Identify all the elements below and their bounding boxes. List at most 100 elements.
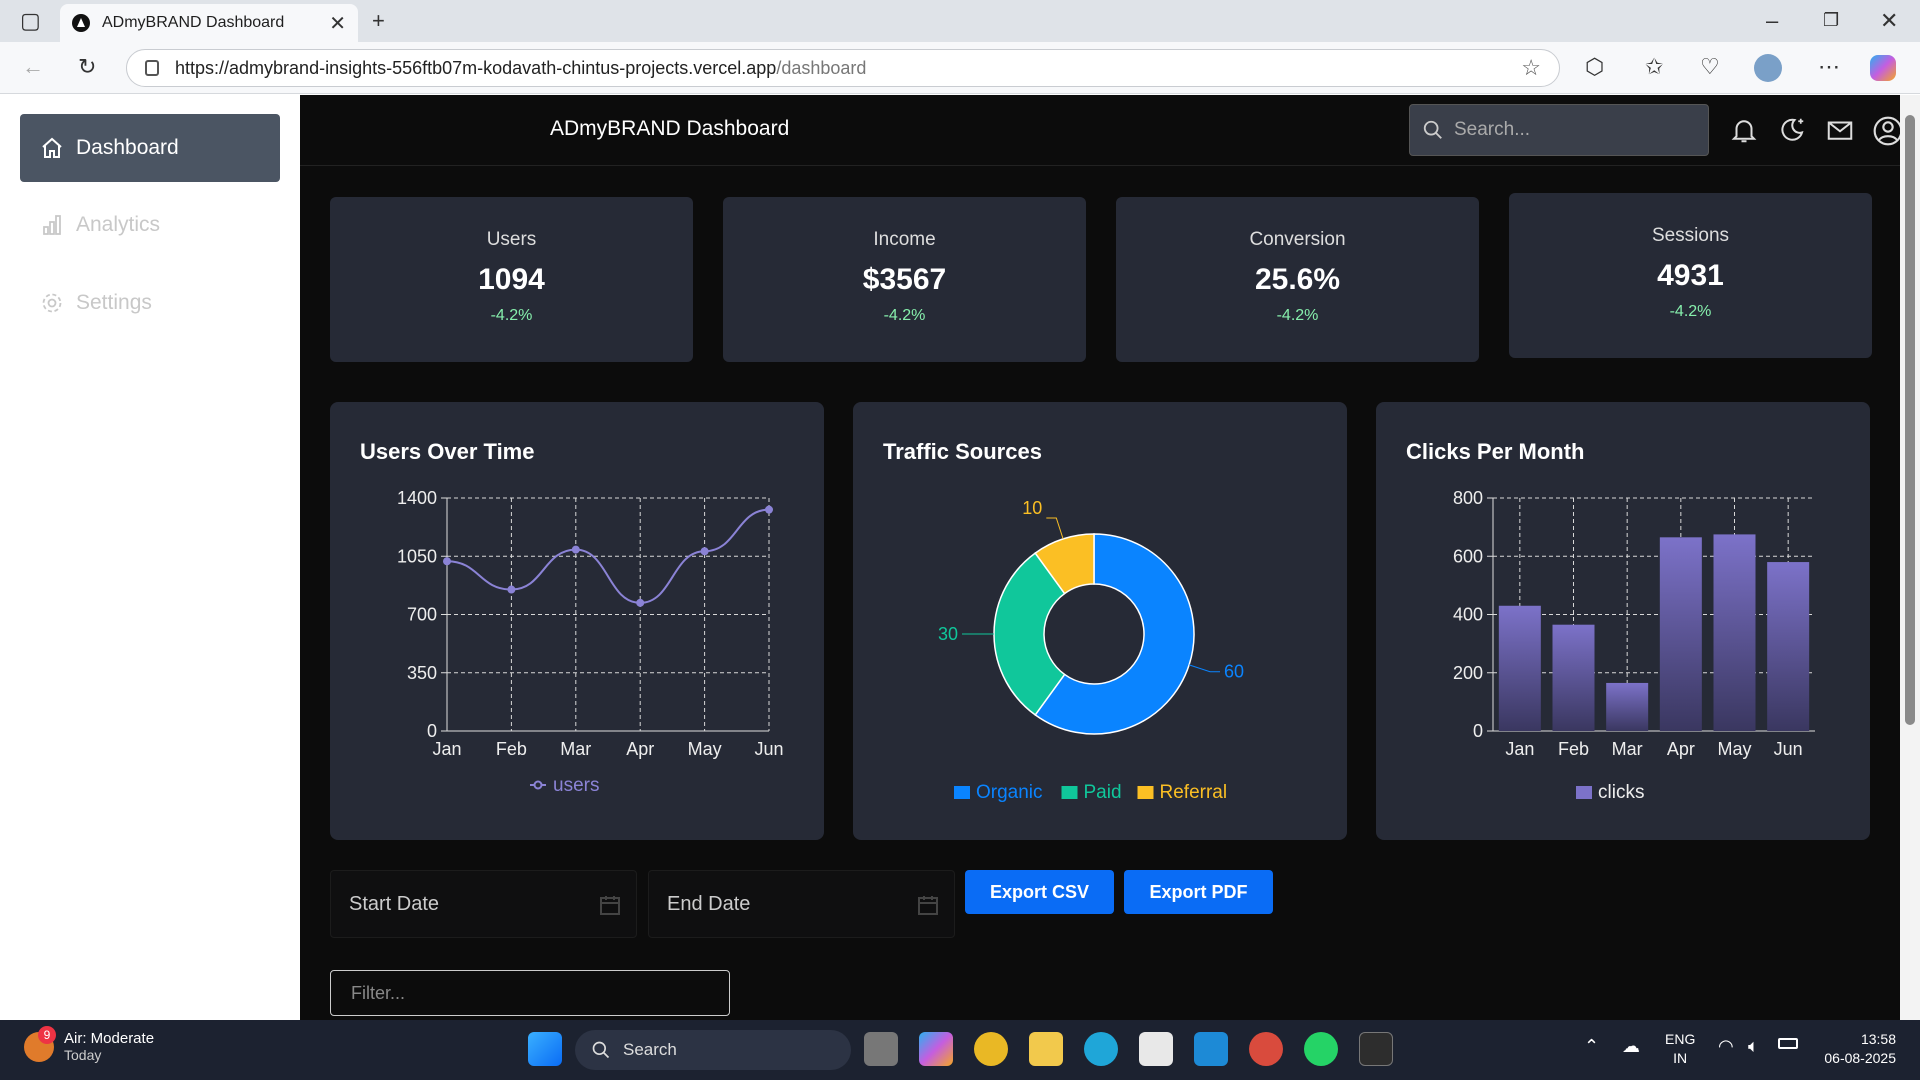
clicks-per-month-card: Clicks Per Month 0 200 400 600 800 Jan Feb Mar A…	[1376, 402, 1870, 840]
stat-card-income: Income $3567 -4.2%	[723, 197, 1086, 362]
bar-mar	[1606, 682, 1649, 731]
y-tick-label: 0	[1473, 721, 1483, 741]
main-content: ADmyBRAND Dashboard Users 1094 -4.2% Inc…	[300, 95, 1903, 1020]
x-tick-label: Mar	[560, 739, 591, 759]
slice-value-label: 60	[1224, 662, 1244, 682]
tray-chevron-icon[interactable]: ⌃	[1584, 1036, 1599, 1057]
stat-value: 1094	[478, 263, 545, 296]
home-icon	[42, 137, 62, 158]
page-scrollbar[interactable]	[1900, 95, 1920, 1020]
stat-label: Users	[486, 229, 537, 250]
weather-subtitle: Today	[64, 1047, 102, 1063]
chrome-profile-icon[interactable]	[1249, 1032, 1283, 1066]
sidebar-item-settings[interactable]: Settings	[20, 269, 280, 337]
stat-change: -4.2%	[490, 307, 533, 324]
mail-icon[interactable]	[1825, 115, 1855, 145]
browser-tab[interactable]: ADmyBRAND Dashboard ✕	[60, 4, 358, 42]
filter-input[interactable]	[330, 970, 730, 1016]
export-pdf-button[interactable]: Export PDF	[1124, 870, 1273, 914]
legend-label: Paid	[1084, 782, 1122, 803]
search-input[interactable]	[1454, 119, 1694, 141]
weather-widget[interactable]: 9 Air: Moderate Today	[24, 1025, 155, 1063]
whatsapp-icon[interactable]	[1304, 1032, 1338, 1066]
slice-value-label: 30	[938, 624, 958, 644]
legend-label: users	[553, 775, 599, 796]
legend-label: Referral	[1160, 782, 1228, 803]
reload-icon[interactable]: ↻	[78, 54, 96, 80]
calendar-icon[interactable]	[916, 893, 940, 917]
legend-swatch	[1576, 786, 1592, 799]
taskbar-search-label: Search	[623, 1040, 677, 1059]
y-tick-label: 1050	[397, 546, 437, 566]
scrollbar-thumb[interactable]	[1905, 115, 1915, 725]
calendar-icon[interactable]	[598, 893, 622, 917]
legend-swatch	[1061, 786, 1078, 799]
terminal-icon[interactable]	[1359, 1032, 1393, 1066]
new-tab-icon[interactable]: +	[372, 8, 385, 34]
maximize-icon[interactable]: ❐	[1823, 10, 1839, 31]
stat-change: -4.2%	[1276, 307, 1319, 324]
url-field[interactable]: https://admybrand-insights-556ftb07m-kod…	[126, 49, 1560, 87]
bar-apr	[1659, 537, 1702, 731]
onedrive-icon[interactable]: ☁	[1622, 1036, 1640, 1057]
wifi-icon[interactable]: ◠	[1718, 1036, 1734, 1057]
sidebar-item-dashboard[interactable]: Dashboard	[20, 114, 280, 182]
copilot-app-icon[interactable]	[919, 1032, 953, 1066]
minimize-icon[interactable]: –	[1766, 8, 1778, 34]
url-host: https://admybrand-insights-556ftb07m-kod…	[175, 57, 777, 78]
y-tick-label: 350	[407, 663, 437, 683]
chrome-icon[interactable]	[974, 1032, 1008, 1066]
taskbar-search[interactable]: Search	[575, 1030, 851, 1070]
x-tick-label: Apr	[626, 739, 654, 759]
favorites-icon[interactable]: ✩	[1645, 54, 1663, 80]
profile-avatar[interactable]	[1754, 54, 1782, 82]
y-tick-label: 0	[427, 721, 437, 741]
sidebar-item-label: Dashboard	[76, 136, 179, 159]
store-icon[interactable]	[1139, 1032, 1173, 1066]
clock-date: 06-08-2025	[1824, 1050, 1896, 1066]
weather-title: Air: Moderate	[64, 1030, 155, 1047]
stat-label: Sessions	[1651, 225, 1730, 246]
favorite-star-icon[interactable]: ☆	[1521, 55, 1541, 81]
back-icon[interactable]: ←	[22, 54, 44, 80]
search-box[interactable]	[1409, 104, 1709, 156]
volume-icon[interactable]: 🔈︎	[1748, 1036, 1759, 1057]
sidebar-item-analytics[interactable]: Analytics	[20, 191, 280, 259]
start-menu-icon[interactable]	[528, 1032, 562, 1066]
x-tick-label: Mar	[1612, 739, 1643, 759]
theme-toggle-icon[interactable]	[1777, 115, 1807, 145]
edge-icon[interactable]	[1084, 1032, 1118, 1066]
traffic-donut-chart: 60 30 10 Organic Paid Referral	[938, 498, 1244, 803]
browser-essentials-icon[interactable]: ♡	[1700, 54, 1720, 80]
lang-bottom: IN	[1673, 1050, 1688, 1066]
vscode-icon[interactable]	[1194, 1032, 1228, 1066]
clock[interactable]: 13:58 06-08-2025	[1808, 1030, 1896, 1068]
legend-swatch	[1137, 786, 1154, 799]
more-menu-icon[interactable]: ⋯	[1818, 54, 1840, 80]
file-explorer-icon[interactable]	[1029, 1032, 1063, 1066]
language-indicator[interactable]: ENG IN	[1665, 1030, 1695, 1068]
bar-chart-icon	[43, 215, 61, 235]
tab-actions-icon[interactable]: ▢	[20, 8, 41, 34]
bell-icon[interactable]	[1729, 115, 1759, 145]
weather-badge: 9	[38, 1025, 56, 1044]
start-date-field[interactable]: Start Date	[330, 870, 637, 938]
legend-swatch	[954, 786, 970, 799]
extensions-icon[interactable]: ⬡	[1585, 54, 1604, 80]
traffic-sources-card: Traffic Sources 60 30 10 Organic Paid Referra…	[853, 402, 1347, 840]
end-date-field[interactable]: End Date	[648, 870, 955, 938]
copilot-icon[interactable]	[1870, 55, 1896, 81]
y-tick-label: 800	[1453, 488, 1483, 508]
battery-icon[interactable]	[1778, 1038, 1798, 1049]
tab-close-icon[interactable]: ✕	[329, 11, 346, 36]
gear-icon	[42, 293, 62, 313]
window-close-icon[interactable]: ✕	[1880, 8, 1898, 34]
task-view-icon[interactable]	[864, 1032, 898, 1066]
x-tick-label: Jun	[1774, 739, 1803, 759]
end-date-label: End Date	[667, 892, 751, 915]
clock-time: 13:58	[1860, 1031, 1896, 1047]
site-favicon-icon	[72, 14, 90, 32]
x-tick-label: Feb	[1558, 739, 1589, 759]
data-point	[571, 545, 580, 554]
export-csv-button[interactable]: Export CSV	[965, 870, 1114, 914]
